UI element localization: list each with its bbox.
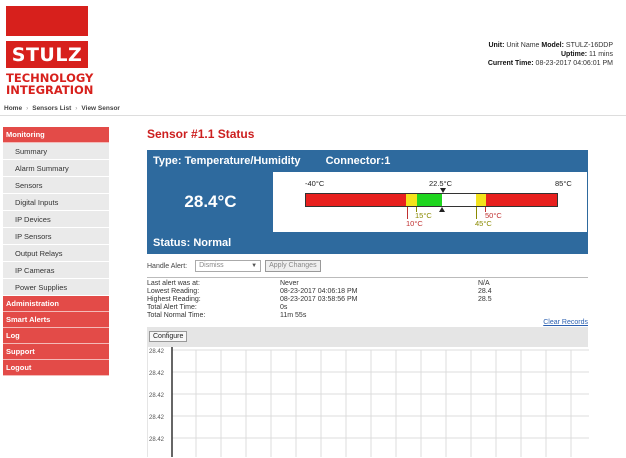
threshold-scale: -40°C 22.5°C 85°C 15°C 10°C 50°C 45°C <box>305 179 589 231</box>
reading-stats: Last alert was at: Lowest Reading: Highe… <box>147 280 588 326</box>
chevron-down-icon: ▼ <box>251 263 258 269</box>
sensor-type: Type: Temperature/Humidity <box>153 155 301 167</box>
uptime-label: Uptime: <box>560 51 588 58</box>
chart-tick-label: 28.42 <box>149 371 165 377</box>
sidebar: Monitoring Summary Alarm Summary Sensors… <box>3 127 109 376</box>
logo-word: STULZ <box>11 44 83 66</box>
model-label: Model: <box>541 42 564 49</box>
configure-bar: Configure <box>147 327 588 347</box>
sensor-connector: Connector:1 <box>325 155 391 167</box>
low-warn-segment <box>406 194 417 206</box>
breadcrumb-separator-icon: › <box>26 105 29 112</box>
main-content: Sensor #1.1 Status Type: Temperature/Hum… <box>147 127 589 457</box>
low-alarm-tick <box>407 207 408 219</box>
header-divider <box>0 115 626 116</box>
low-alarm-label: 10°C <box>406 219 423 228</box>
apply-changes-button[interactable]: Apply Changes <box>265 260 321 272</box>
stats-labels: Last alert was at: Lowest Reading: Highe… <box>147 280 205 320</box>
stat-label: Last alert was at: <box>147 280 200 287</box>
sidebar-item-power-supplies[interactable]: Power Supplies <box>3 279 109 296</box>
high-alarm-tick <box>476 207 477 219</box>
stat-label: Total Normal Time: <box>147 312 206 319</box>
logo: STULZ TECHNOLOGY INTEGRATION <box>6 6 94 97</box>
section-divider <box>147 277 588 278</box>
chart-tick-label: 28.42 <box>149 437 165 443</box>
stat-value: 08-23-2017 04:06:18 PM <box>280 288 358 295</box>
handle-alert-row: Handle Alert: Dismiss ▼ Apply Changes <box>147 259 588 273</box>
high-warn-segment <box>476 194 486 206</box>
sidebar-item-alarm-summary[interactable]: Alarm Summary <box>3 160 109 177</box>
scale-min-label: -40°C <box>305 179 325 188</box>
current-reading: 28.4°C <box>148 172 273 232</box>
unit-value: Unit Name <box>506 42 540 49</box>
breadcrumb-home[interactable]: Home <box>4 105 22 112</box>
stats-readings: N/A 28.4 28.5 <box>478 280 492 304</box>
normal-segment <box>417 194 442 206</box>
stat-label: Highest Reading: <box>147 296 201 303</box>
chart-tick-label: 28.42 <box>149 415 165 421</box>
sidebar-section-logout[interactable]: Logout <box>3 360 109 376</box>
handle-alert-value: Dismiss <box>199 262 224 269</box>
chart-tick-label: 28.42 <box>149 349 165 355</box>
high-alarm-label: 45°C <box>475 219 492 228</box>
handle-alert-select[interactable]: Dismiss ▼ <box>195 260 262 272</box>
stat-value: 11m 55s <box>280 312 307 319</box>
stat-value: Never <box>280 280 299 287</box>
stat-reading: N/A <box>478 280 490 287</box>
stat-reading: 28.4 <box>478 288 492 295</box>
reading-chart: 28.42 28.42 28.42 28.42 28.42 <box>147 347 589 457</box>
chart-svg: 28.42 28.42 28.42 28.42 28.42 <box>149 347 589 457</box>
logo-sub-line-2: INTEGRATION <box>6 83 94 97</box>
sidebar-section-monitoring[interactable]: Monitoring <box>3 127 109 143</box>
breadcrumb-view-sensor: View Sensor <box>81 105 120 112</box>
model-value: STULZ-16DDP <box>565 42 613 49</box>
stats-values: Never 08-23-2017 04:06:18 PM 08-23-2017 … <box>280 280 357 320</box>
high-alarm-segment <box>486 194 557 206</box>
sidebar-item-ip-cameras[interactable]: IP Cameras <box>3 262 109 279</box>
configure-button[interactable]: Configure <box>149 331 188 342</box>
logo-mark: STULZ <box>6 6 88 68</box>
page-title: Sensor #1.1 Status <box>147 127 255 141</box>
stat-label: Lowest Reading: <box>147 288 200 295</box>
status-bar: Status: Normal <box>147 232 588 254</box>
sidebar-section-support[interactable]: Support <box>3 344 109 360</box>
sidebar-item-sensors[interactable]: Sensors <box>3 177 109 194</box>
sidebar-section-administration[interactable]: Administration <box>3 296 109 312</box>
logo-stripe <box>6 36 88 41</box>
sidebar-item-summary[interactable]: Summary <box>3 143 109 160</box>
reading-panel: 28.4°C -40°C 22.5°C 85°C 15°C 10°C 50°C <box>147 172 588 232</box>
sidebar-item-output-relays[interactable]: Output Relays <box>3 245 109 262</box>
threshold-bar <box>305 193 558 207</box>
sidebar-section-log[interactable]: Log <box>3 328 109 344</box>
unit-label: Unit: <box>488 42 505 49</box>
handle-alert-label: Handle Alert: <box>147 262 188 270</box>
scale-max-label: 85°C <box>555 179 572 188</box>
sidebar-item-ip-sensors[interactable]: IP Sensors <box>3 228 109 245</box>
unit-info: Unit: Unit Name Model: STULZ-16DDP Uptim… <box>488 41 613 68</box>
sidebar-item-ip-devices[interactable]: IP Devices <box>3 211 109 228</box>
scale-mid-label: 22.5°C <box>429 179 453 188</box>
current-time-value: 08-23-2017 04:06:01 PM <box>535 60 613 67</box>
chart-tick-label: 28.42 <box>149 393 165 399</box>
breadcrumb-sensors-list[interactable]: Sensors List <box>32 105 71 112</box>
reading-marker-icon <box>439 207 445 212</box>
current-time-label: Current Time: <box>487 60 534 67</box>
chart-grid <box>172 349 589 457</box>
logo-subtitle: TECHNOLOGY INTEGRATION <box>6 72 94 97</box>
stat-reading: 28.5 <box>478 296 492 303</box>
low-alarm-segment <box>306 194 406 206</box>
breadcrumb: Home › Sensors List › View Sensor <box>4 105 120 112</box>
breadcrumb-separator-icon: › <box>75 105 78 112</box>
sidebar-section-smart-alerts[interactable]: Smart Alerts <box>3 312 109 328</box>
stat-value: 08-23-2017 03:58:56 PM <box>280 296 358 303</box>
clear-records-link[interactable]: Clear Records <box>543 319 588 327</box>
stat-label: Total Alert Time: <box>147 304 197 311</box>
uptime-value: 11 mins <box>589 51 613 58</box>
sidebar-item-digital-inputs[interactable]: Digital Inputs <box>3 194 109 211</box>
neutral-segment <box>442 194 476 206</box>
stat-value: 0s <box>280 304 288 311</box>
sensor-type-bar: Type: Temperature/Humidity Connector:1 <box>147 150 588 172</box>
